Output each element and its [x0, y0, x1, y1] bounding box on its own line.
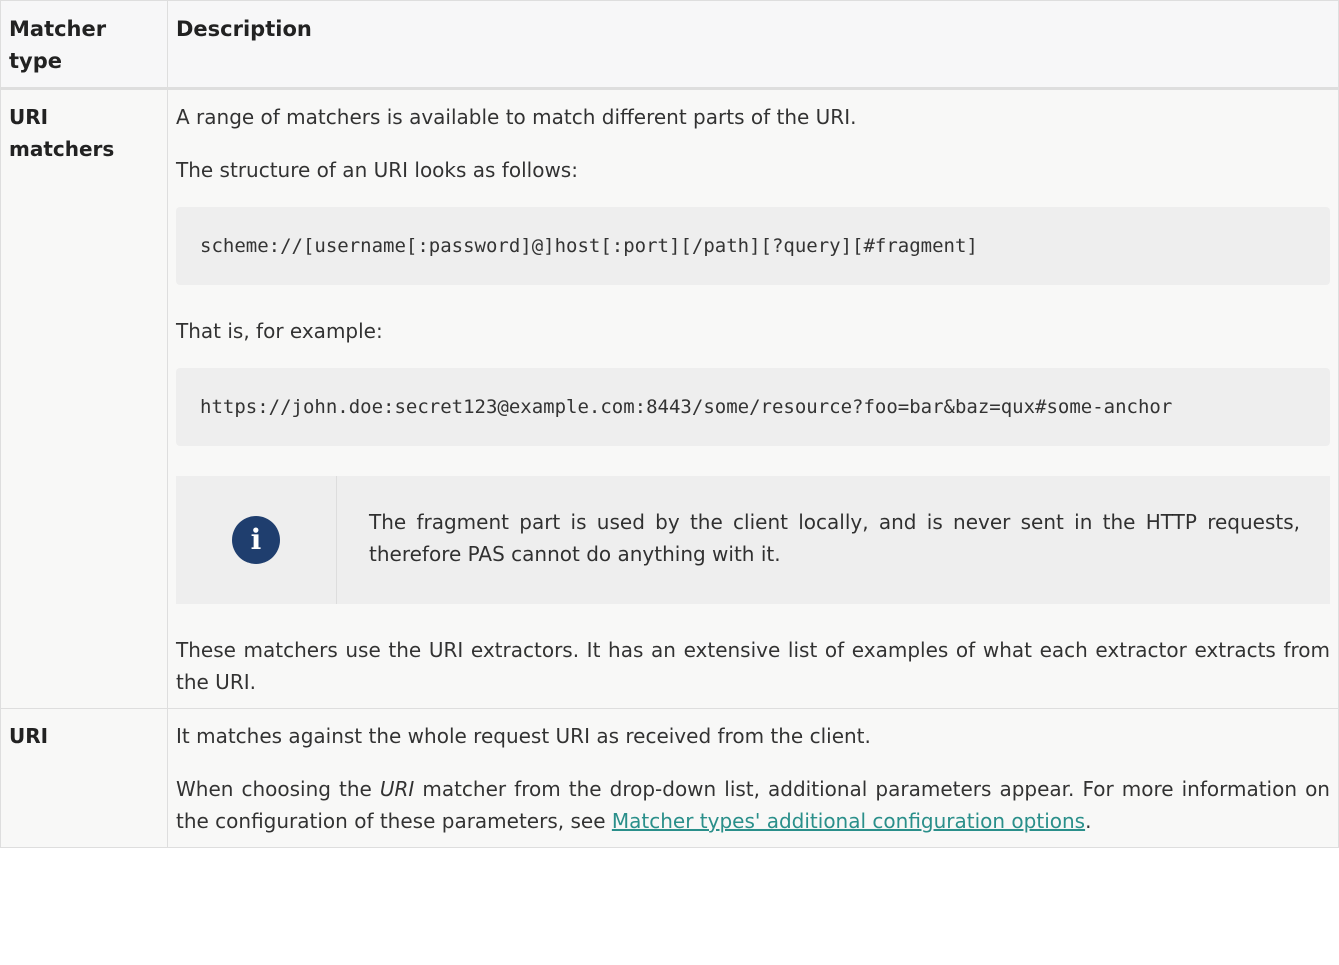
paragraph: These matchers use the URI extractors. I…: [176, 638, 1330, 694]
text-span: When choosing the: [176, 777, 380, 801]
header-matcher-type: Matcher type: [0, 0, 168, 90]
description-cell: A range of matchers is available to matc…: [167, 88, 1339, 709]
paragraph: It matches against the whole request URI…: [176, 724, 871, 748]
config-options-link[interactable]: Matcher types' additional configuration …: [612, 809, 1085, 833]
note-text: The fragment part is used by the client …: [369, 510, 1300, 566]
header-description: Description: [167, 0, 1339, 90]
paragraph: When choosing the URI matcher from the d…: [176, 773, 1330, 837]
paragraph: That is, for example:: [176, 319, 383, 343]
text-span: .: [1085, 809, 1092, 833]
paragraph: A range of matchers is available to matc…: [176, 105, 857, 129]
admonition-icon-cell: i: [176, 476, 337, 604]
code-block: scheme://[username[:password]@]host[:por…: [176, 207, 1330, 285]
matcher-type-cell: URI: [0, 708, 168, 848]
emphasis-uri: URI: [379, 777, 415, 801]
table-row: URI matchers A range of matchers is avai…: [0, 88, 1339, 709]
table-row: URI It matches against the whole request…: [0, 708, 1339, 848]
info-icon: i: [232, 516, 280, 564]
paragraph: The structure of an URI looks as follows…: [176, 158, 578, 182]
code-block: https://john.doe:secret123@example.com:8…: [176, 368, 1330, 446]
note-admonition: i The fragment part is used by the clien…: [176, 476, 1330, 604]
table-header-row: Matcher type Description: [0, 0, 1339, 90]
matcher-table: Matcher type Description URI matchers A …: [0, 0, 1339, 848]
matcher-type-cell: URI matchers: [0, 88, 168, 709]
description-cell: It matches against the whole request URI…: [167, 708, 1339, 848]
